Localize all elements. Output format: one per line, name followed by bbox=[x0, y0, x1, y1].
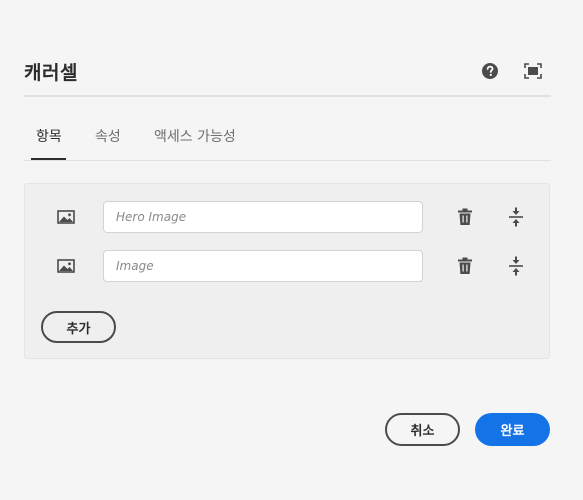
tab-properties[interactable]: 속성 bbox=[95, 126, 121, 146]
done-button[interactable]: 완료 bbox=[475, 413, 550, 446]
image-icon bbox=[57, 259, 75, 273]
list-item bbox=[25, 201, 551, 235]
image-icon bbox=[57, 210, 75, 224]
list-item bbox=[25, 250, 551, 284]
trash-icon[interactable] bbox=[457, 257, 473, 275]
help-button[interactable] bbox=[481, 62, 499, 80]
item-title-input[interactable] bbox=[103, 201, 423, 233]
tab-items[interactable]: 항목 bbox=[36, 126, 62, 146]
dialog-header: 캐러셀 bbox=[24, 52, 551, 92]
dialog-title: 캐러셀 bbox=[24, 62, 78, 84]
reorder-icon[interactable] bbox=[508, 207, 524, 227]
cancel-button[interactable]: 취소 bbox=[385, 413, 460, 446]
tabs-divider bbox=[24, 160, 551, 161]
help-icon bbox=[482, 63, 498, 79]
carousel-dialog: 캐러셀 항목 속성 액세스 가능성 Hero Image Image 추가 취소… bbox=[0, 0, 583, 500]
tab-accessibility[interactable]: 액세스 가능성 bbox=[154, 126, 236, 146]
trash-icon[interactable] bbox=[457, 208, 473, 226]
header-divider bbox=[24, 95, 551, 97]
reorder-icon[interactable] bbox=[508, 256, 524, 276]
item-title-input[interactable] bbox=[103, 250, 423, 282]
items-panel: 추가 bbox=[24, 183, 550, 359]
tab-list: 항목 속성 액세스 가능성 bbox=[24, 120, 551, 162]
fullscreen-button[interactable] bbox=[524, 62, 542, 80]
fullscreen-icon bbox=[524, 63, 542, 79]
add-button[interactable]: 추가 bbox=[41, 311, 116, 343]
